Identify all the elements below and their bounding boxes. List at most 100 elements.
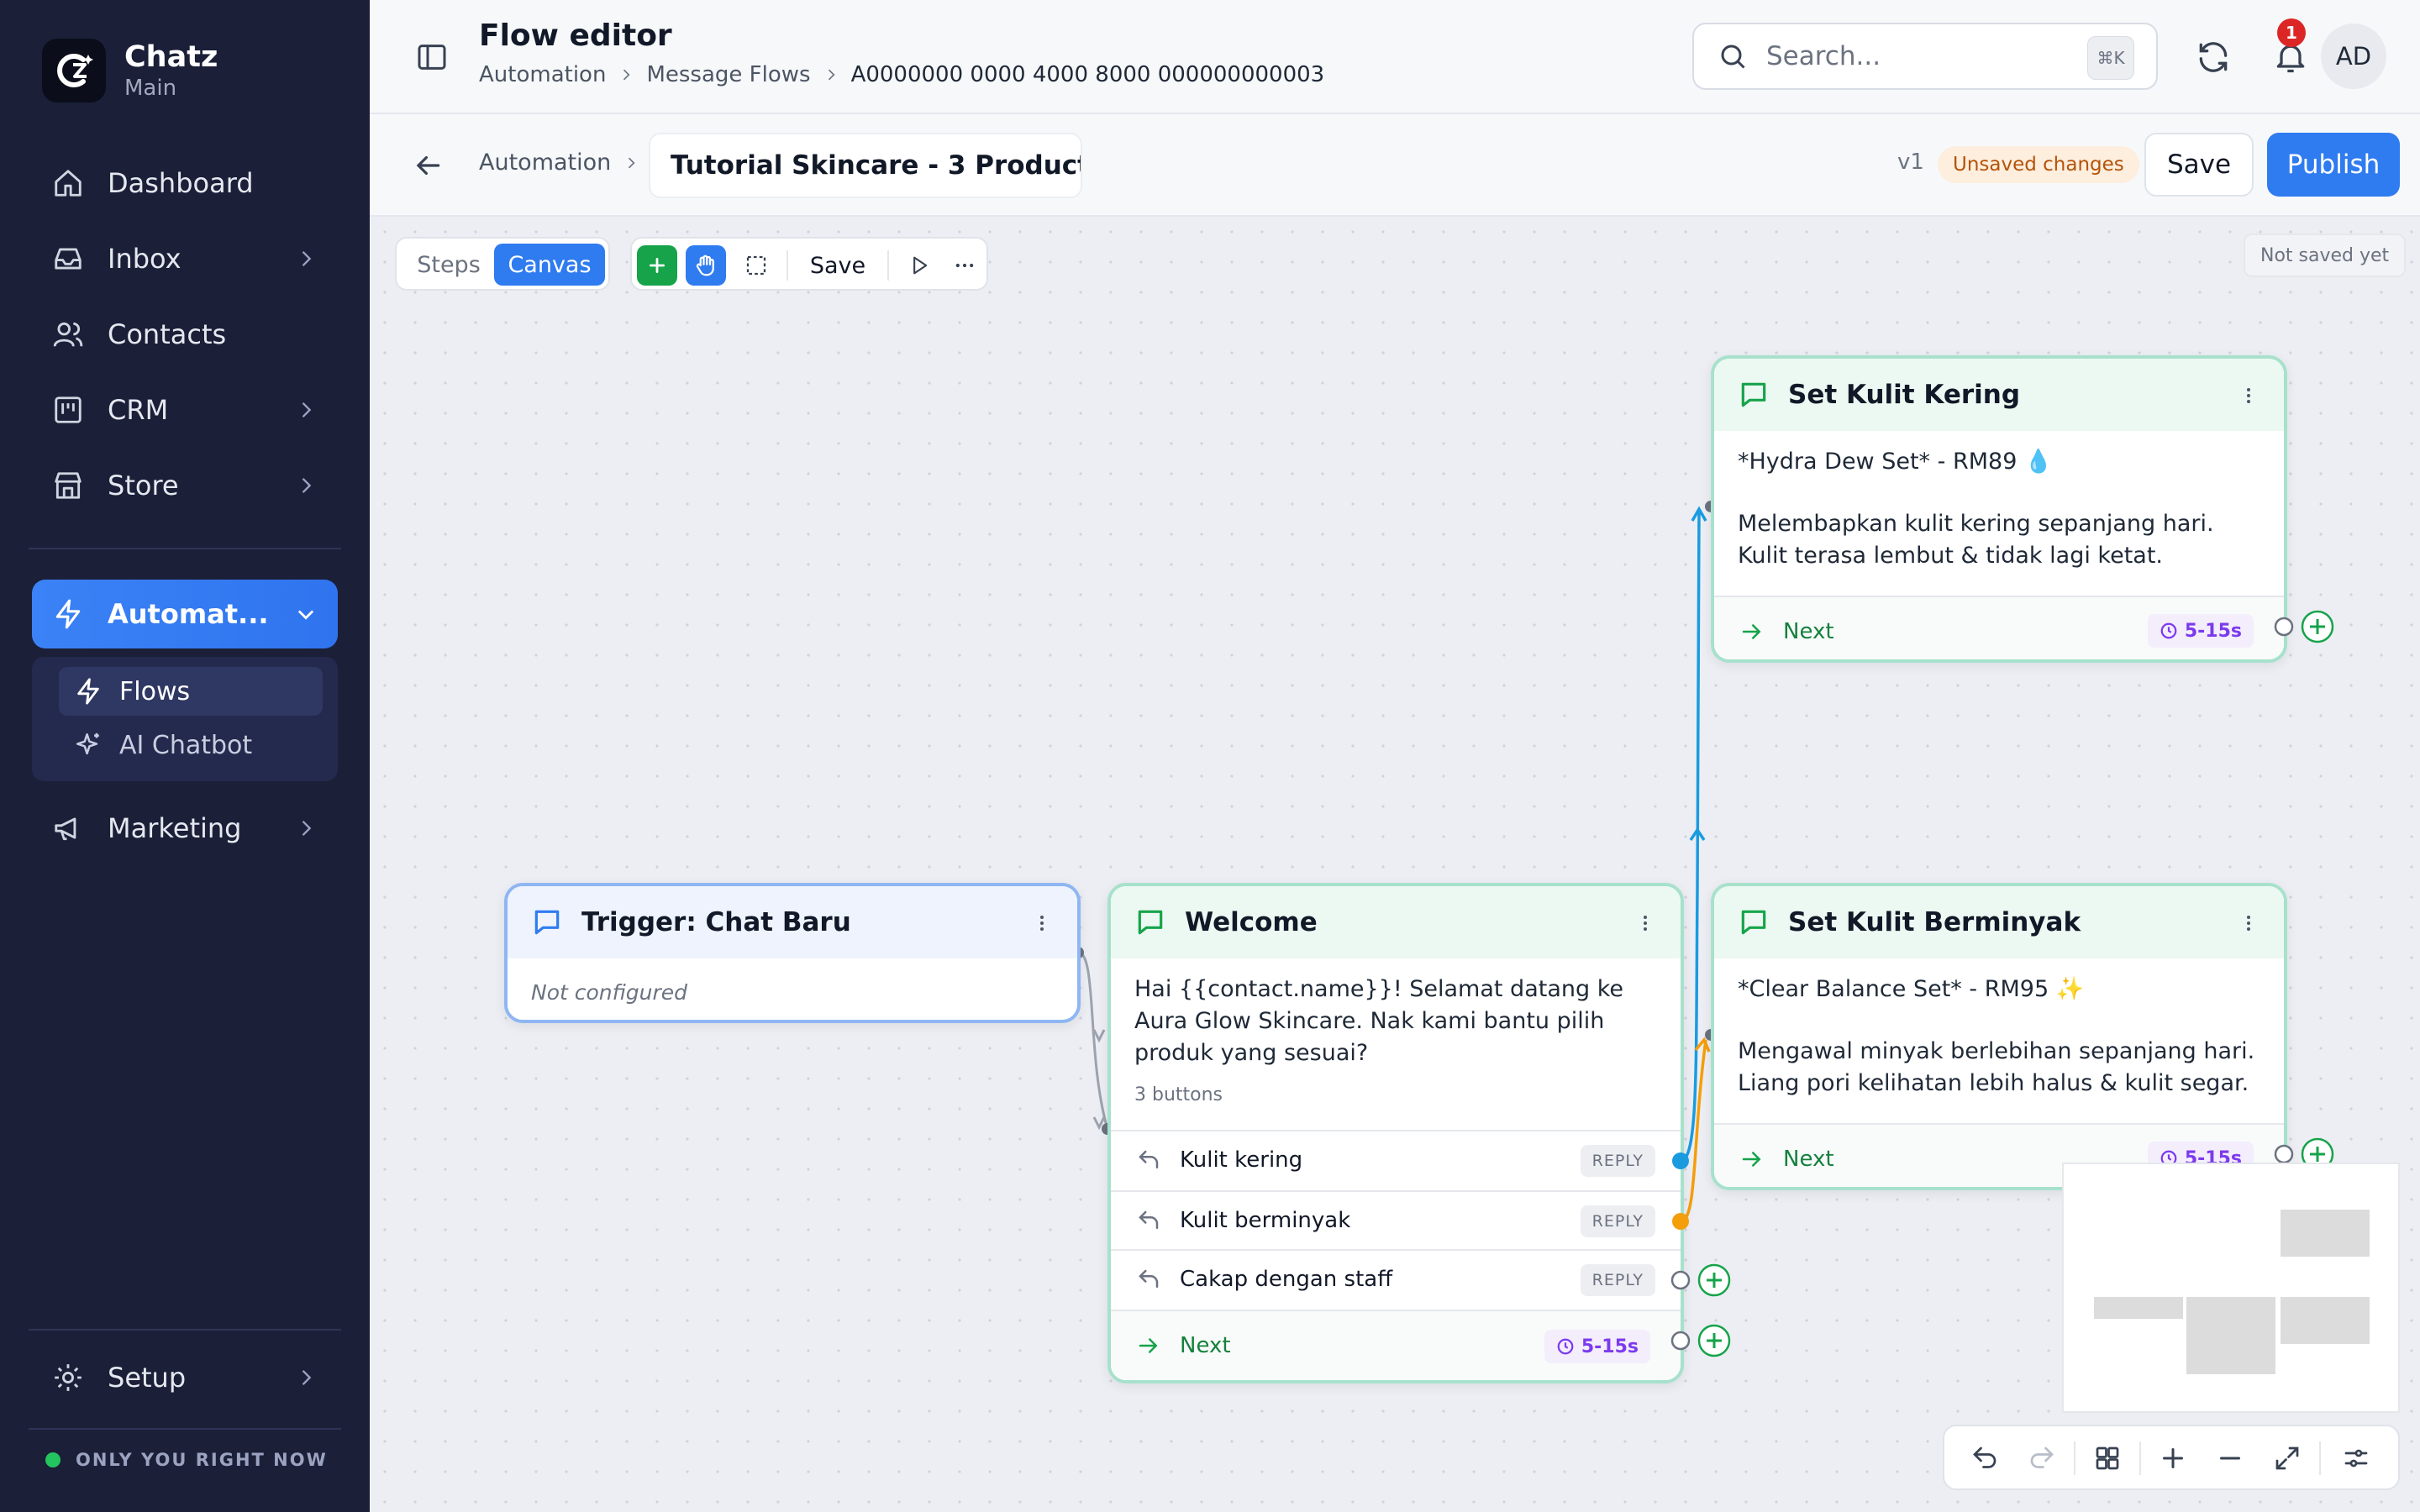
reply-button-kulit-berminyak[interactable]: Kulit berminyak REPLY (1111, 1190, 1681, 1249)
flow-name-input[interactable]: Tutorial Skincare - 3 Product branches (649, 133, 1082, 198)
controls-divider (2074, 1441, 2075, 1475)
message-square-icon (534, 910, 560, 935)
sidebar-item-label: Store (108, 470, 179, 501)
grid-layout-icon[interactable] (2092, 1443, 2123, 1473)
sidebar-divider (29, 1428, 341, 1430)
sidebar-divider (29, 548, 341, 549)
sidebar-item-crm[interactable]: CRM (32, 380, 338, 440)
workspace-name: Main (124, 76, 177, 101)
breadcrumb-automation[interactable]: Automation (479, 62, 606, 87)
controls-divider (2139, 1441, 2141, 1475)
sidebar-subitem-label: AI Chatbot (119, 730, 253, 760)
node-set-kulit-kering[interactable]: Set Kulit Kering *Hydra Dew Set* - RM89 … (1711, 355, 2287, 663)
status-badge: Unsaved changes (1938, 146, 2139, 183)
back-arrow-icon[interactable] (412, 150, 444, 181)
sidebar-item-label: Setup (108, 1362, 187, 1394)
chevron-right-icon (302, 1370, 312, 1385)
sidebar: Chatz Main Dashboard Inbox Contacts CRM … (0, 0, 370, 1512)
chevron-right-icon (302, 402, 312, 417)
sidebar-subitem-flows[interactable]: Flows (59, 667, 323, 716)
sidebar-item-store[interactable]: Store (32, 455, 338, 516)
node-trigger[interactable]: Trigger: Chat Baru Not configured (504, 883, 1081, 1023)
chevron-right-icon (302, 821, 312, 836)
page-title: Flow editor (479, 18, 672, 53)
chevron-right-icon (629, 157, 635, 168)
automation-submenu: Flows AI Chatbot (32, 657, 338, 781)
arrow-right-icon (1742, 1152, 1761, 1167)
sidebar-toggle-icon[interactable] (415, 40, 449, 74)
settings-sliders-icon[interactable] (2341, 1443, 2371, 1473)
canvas-controls (1943, 1425, 2400, 1490)
sidebar-subitem-label: Flows (119, 676, 191, 706)
clock-icon (2160, 622, 2177, 639)
flow-canvas[interactable]: Steps Canvas Save Not saved yet Trigger:… (370, 217, 2420, 1512)
minimap-node (2094, 1297, 2183, 1319)
fit-view-icon[interactable] (2272, 1443, 2302, 1473)
sidebar-item-label: Contacts (108, 318, 227, 350)
flow-toolbar: Automation Tutorial Skincare - 3 Product… (370, 114, 2420, 217)
reply-button-cakap-dengan-staff[interactable]: Cakap dengan staff REPLY (1111, 1249, 1681, 1308)
version-label: v1 (1897, 150, 1924, 175)
reply-tag: REPLY (1580, 1264, 1655, 1296)
sidebar-subitem-ai-chatbot[interactable]: AI Chatbot (59, 721, 323, 769)
flow-breadcrumb-automation[interactable]: Automation (479, 150, 611, 176)
delay-value: 5-15s (1581, 1336, 1639, 1357)
minimap-node (2281, 1210, 2370, 1257)
sidebar-item-label: Inbox (108, 243, 182, 275)
reply-tag: REPLY (1580, 1205, 1655, 1237)
breadcrumb-current: A0000000 0000 4000 8000 000000000003 (850, 62, 1325, 87)
flow-breadcrumb[interactable]: Automation (479, 150, 639, 176)
zoom-out-icon[interactable] (2215, 1443, 2245, 1473)
node-body: Hai {{contact.name}}! Selamat datang ke … (1134, 976, 1623, 1066)
node-body: Not configured (531, 980, 688, 1005)
node-set-kulit-berminyak[interactable]: Set Kulit Berminyak *Clear Balance Set* … (1711, 883, 2287, 1190)
publish-button[interactable]: Publish (2267, 133, 2400, 197)
refresh-icon[interactable] (2195, 39, 2232, 76)
reply-icon (1139, 1150, 1159, 1168)
users-icon (53, 322, 83, 347)
search-placeholder: Search... (1766, 41, 1881, 71)
app-name: Chatz (124, 40, 218, 74)
next-label: Next (1783, 619, 1834, 644)
presence-text: ONLY YOU RIGHT NOW (76, 1450, 328, 1470)
kebab-menu-icon[interactable] (2238, 911, 2259, 935)
undo-icon[interactable] (1970, 1443, 2000, 1473)
sidebar-item-automation[interactable]: Automat... (32, 580, 338, 648)
notification-badge: 1 (2277, 18, 2306, 47)
sidebar-item-setup[interactable]: Setup (32, 1347, 338, 1408)
minimap-node (2281, 1297, 2370, 1344)
reply-button-label: Kulit kering (1180, 1147, 1303, 1173)
node-welcome[interactable]: Welcome Hai {{contact.name}}! Selamat da… (1107, 883, 1684, 1383)
save-button[interactable]: Save (2144, 133, 2254, 197)
node-title: Welcome (1185, 907, 1318, 937)
reply-button-kulit-kering[interactable]: Kulit kering REPLY (1111, 1130, 1681, 1189)
node-body-line1: *Clear Balance Set* - RM95 ✨ (1738, 976, 2085, 1002)
kebab-menu-icon[interactable] (2238, 384, 2259, 407)
sidebar-item-contacts[interactable]: Contacts (32, 304, 338, 365)
kebab-menu-icon[interactable] (1032, 911, 1052, 935)
next-step-row[interactable]: Next 5-15s (1111, 1310, 1681, 1380)
breadcrumb-message-flows[interactable]: Message Flows (646, 62, 810, 87)
next-label: Next (1783, 1147, 1834, 1172)
breadcrumb: Automation Message Flows A0000000 0000 4… (479, 62, 1324, 87)
search-icon (1721, 45, 1745, 69)
controls-divider (2319, 1441, 2321, 1475)
reply-icon (1139, 1269, 1159, 1288)
inbox-icon (55, 248, 82, 270)
chevron-right-icon (302, 478, 312, 493)
minimap[interactable] (2062, 1163, 2400, 1413)
redo-icon[interactable] (2027, 1443, 2057, 1473)
brand[interactable]: Chatz Main (42, 39, 218, 102)
sidebar-item-inbox[interactable]: Inbox (32, 228, 338, 289)
reply-tag: REPLY (1580, 1145, 1655, 1177)
sidebar-item-marketing[interactable]: Marketing (32, 798, 338, 858)
next-step-row[interactable]: Next 5-15s (1714, 596, 2284, 659)
store-icon (55, 472, 82, 499)
avatar[interactable]: AD (2321, 24, 2386, 89)
search-input[interactable]: Search... ⌘K (1692, 23, 2158, 90)
node-title: Set Kulit Berminyak (1788, 907, 2081, 937)
delay-badge: 5-15s (1544, 1330, 1650, 1363)
kebab-menu-icon[interactable] (1635, 911, 1655, 935)
zoom-in-icon[interactable] (2158, 1443, 2188, 1473)
sidebar-item-dashboard[interactable]: Dashboard (32, 153, 338, 213)
